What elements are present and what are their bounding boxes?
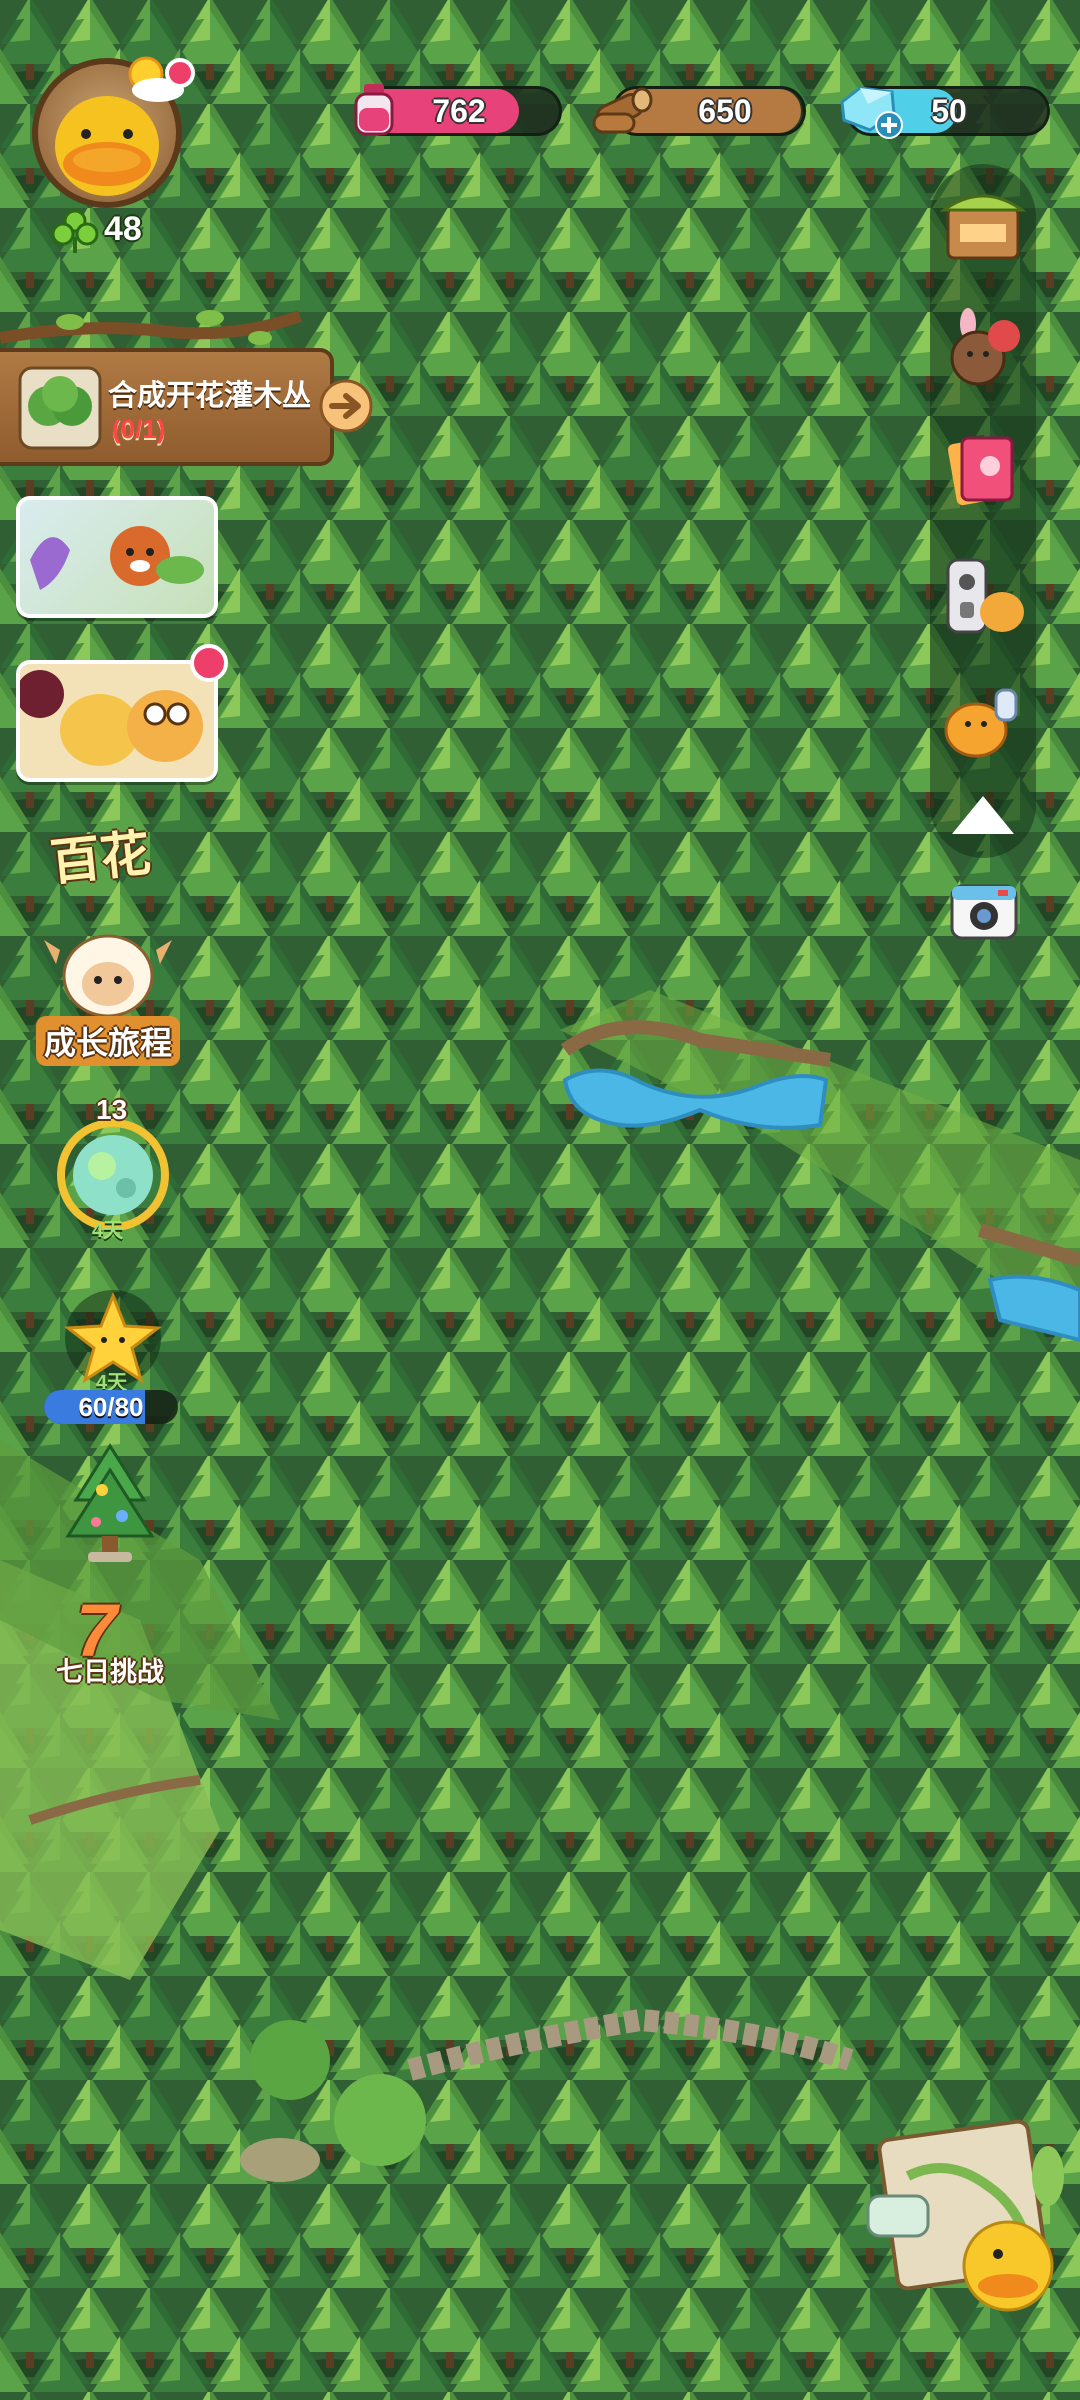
arrow-right-icon[interactable] — [318, 378, 374, 434]
camera-icon[interactable] — [944, 870, 1024, 950]
ink-bottle-icon — [354, 84, 394, 136]
quest-progress: (0/1) — [112, 414, 166, 444]
duck-friends-event-icon[interactable] — [16, 660, 218, 782]
remote-control-icon[interactable] — [938, 552, 1028, 642]
baihua-event-label[interactable]: 百花 — [47, 813, 154, 895]
star-progress-bar: 60/80 — [44, 1390, 178, 1424]
decorated-tree-icon[interactable] — [62, 1440, 158, 1564]
seven-day-label[interactable]: 七日挑战 — [56, 1650, 164, 1689]
flowering-bush-icon — [18, 366, 102, 450]
shop-stall-icon[interactable] — [938, 178, 1028, 268]
red-panda-forest-event-icon[interactable] — [16, 496, 218, 618]
gem-value: 50 — [931, 92, 967, 129]
quest-title: 合成开花灌木丛 — [108, 380, 312, 412]
quest-banner[interactable]: 合成开花灌木丛 (0/1) — [0, 348, 334, 466]
growth-journey-label[interactable]: 成长旅程 — [36, 1016, 181, 1066]
sheep-growth-icon[interactable] — [38, 920, 178, 1030]
wood-log-icon — [592, 87, 653, 134]
animal-friends-icon[interactable] — [938, 302, 1028, 392]
duck-thumbs-up-icon[interactable] — [938, 674, 1028, 764]
wood-value: 650 — [698, 92, 752, 129]
planet-level: 13 — [96, 1094, 128, 1125]
planet-days: 4天 — [92, 1220, 124, 1242]
treasure-map-duck-icon[interactable] — [848, 2116, 1068, 2316]
plus-icon[interactable] — [874, 110, 904, 140]
collapse-arrow-icon[interactable] — [938, 782, 1028, 852]
collection-book-icon[interactable] — [938, 426, 1028, 516]
duck-event-notification-dot — [190, 644, 228, 682]
clover-count: 48 — [104, 210, 142, 248]
star-progress-text: 60/80 — [78, 1391, 144, 1422]
ink-value: 762 — [432, 92, 486, 129]
clover-icon — [51, 209, 99, 253]
avatar-notification-dot — [165, 58, 195, 88]
